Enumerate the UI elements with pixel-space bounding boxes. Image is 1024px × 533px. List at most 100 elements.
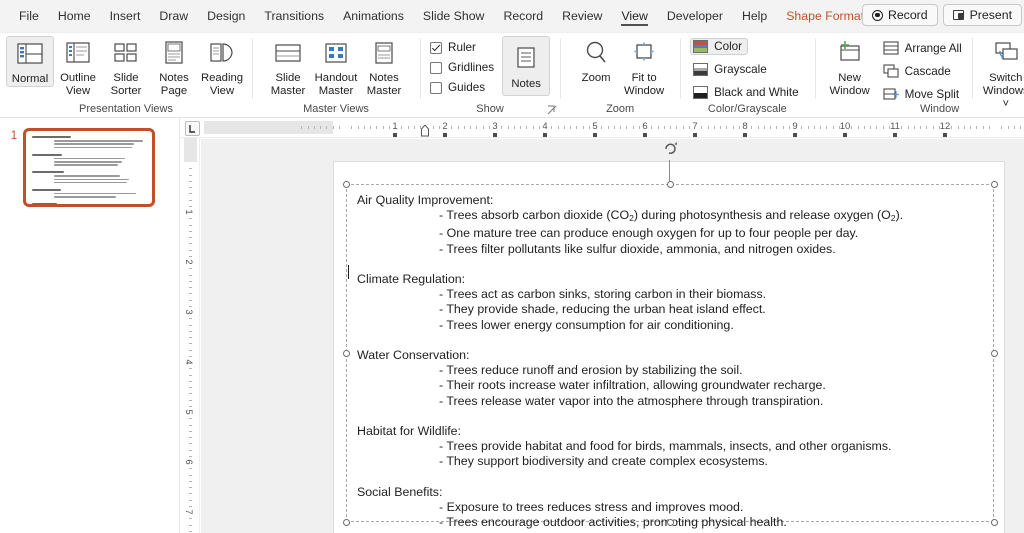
slide-surface[interactable]: Air Quality Improvement: - Trees absorb …: [333, 142, 1005, 533]
tab-stop-selector[interactable]: [185, 121, 200, 136]
ruler-number: 4: [542, 121, 548, 132]
record-button[interactable]: Record: [861, 4, 938, 26]
notes-button[interactable]: Notes: [502, 36, 551, 96]
ruler-tick: [613, 126, 615, 129]
ruler-tick: [401, 126, 403, 129]
handout-master-icon: [325, 43, 347, 63]
content-placeholder[interactable]: Air Quality Improvement: - Trees absorb …: [343, 181, 998, 529]
rotation-handle[interactable]: [662, 140, 678, 156]
ruler-number: 2: [442, 121, 448, 132]
placeholder-text[interactable]: Air Quality Improvement: - Trees absorb …: [347, 185, 993, 530]
slide-bullet: - Trees act as carbon sinks, storing car…: [439, 287, 767, 302]
present-button[interactable]: Present: [942, 4, 1022, 26]
normal-view-button[interactable]: Normal: [6, 36, 54, 87]
ruler-tick: [832, 126, 834, 129]
ruler-tick: [551, 126, 553, 129]
tab-home[interactable]: Home: [49, 5, 100, 27]
black-and-white-option[interactable]: Black and White: [690, 84, 804, 101]
slide-bullet: - Exposure to trees reduces stress and i…: [439, 499, 744, 514]
ruler-checkbox[interactable]: Ruler: [430, 41, 494, 54]
ruler-tick: [588, 126, 590, 129]
ruler-tick: [476, 126, 478, 129]
ruler-tick: [820, 126, 821, 129]
tab-transitions[interactable]: Transitions: [255, 5, 333, 27]
ruler-tab-stop[interactable]: [393, 133, 397, 137]
reading-view-button[interactable]: Reading View: [198, 36, 246, 98]
resize-handle-middle-right[interactable]: [991, 350, 998, 357]
slide-master-button[interactable]: Slide Master: [264, 36, 312, 98]
move-split-button[interactable]: Move Split: [879, 85, 966, 103]
ruler-tab-stop[interactable]: [593, 133, 597, 137]
ruler-tick: [1020, 126, 1021, 129]
show-dialog-launcher-icon[interactable]: [547, 105, 557, 115]
new-window-button[interactable]: New Window: [825, 36, 875, 98]
outline-view-button[interactable]: Outline View: [54, 36, 102, 98]
ruler-tab-stop[interactable]: [643, 133, 647, 137]
ruler-tick: [788, 126, 790, 129]
ruler-tab-stop[interactable]: [793, 133, 797, 137]
tab-shape-format[interactable]: Shape Format: [777, 5, 873, 27]
fit-to-window-button[interactable]: Fit to Window: [620, 36, 668, 98]
resize-handle-top-left[interactable]: [343, 181, 350, 188]
ruler-tab-stop[interactable]: [843, 133, 847, 137]
ruler-tab-stop[interactable]: [943, 133, 947, 137]
ruler-tick: [701, 126, 703, 129]
tab-design[interactable]: Design: [198, 5, 254, 27]
arrange-all-button[interactable]: Arrange All: [879, 39, 966, 57]
ruler-tick: [189, 199, 192, 201]
tab-slide-show[interactable]: Slide Show: [414, 5, 494, 27]
slide-sorter-button[interactable]: Slide Sorter: [102, 36, 150, 98]
resize-handle-bottom-left[interactable]: [343, 519, 350, 526]
ruler-tab-stop[interactable]: [443, 133, 447, 137]
fit-to-window-icon: [634, 42, 655, 61]
slide-bullet: - Trees reduce runoff and erosion by sta…: [439, 363, 743, 378]
cascade-label: Cascade: [904, 64, 951, 78]
ruler-tick: [638, 126, 640, 129]
guides-checkbox[interactable]: Guides: [430, 81, 494, 94]
ruler-tick: [363, 126, 365, 129]
ruler-tick: [189, 493, 192, 495]
hanging-indent-marker[interactable]: [421, 124, 430, 137]
tab-view[interactable]: View: [612, 5, 656, 27]
gridlines-checkbox[interactable]: Gridlines: [430, 61, 494, 74]
switch-windows-button[interactable]: SwitchWindows ˅: [979, 36, 1024, 111]
resize-handle-top-center[interactable]: [667, 181, 674, 188]
checkbox-icon: [430, 81, 442, 94]
tab-insert[interactable]: Insert: [101, 5, 150, 27]
handout-master-button[interactable]: Handout Master: [312, 36, 360, 98]
notes-page-button[interactable]: Notes Page: [150, 36, 198, 98]
zoom-button[interactable]: Zoom: [572, 36, 620, 85]
tab-record[interactable]: Record: [494, 5, 552, 27]
ruler-tick: [920, 126, 921, 129]
tab-file[interactable]: File: [10, 5, 48, 27]
resize-handle-bottom-center[interactable]: [667, 519, 674, 526]
ruler-tab-stop[interactable]: [493, 133, 497, 137]
resize-handle-middle-left[interactable]: [343, 350, 350, 357]
resize-handle-top-right[interactable]: [991, 181, 998, 188]
slide-heading-social-benefits: Social Benefits:: [357, 484, 443, 499]
cascade-button[interactable]: Cascade: [879, 62, 966, 80]
ruler-tab-stop[interactable]: [743, 133, 747, 137]
vertical-ruler[interactable]: 1 2 3 4 5 6 7: [180, 138, 200, 533]
tab-help[interactable]: Help: [733, 5, 776, 27]
notes-master-button[interactable]: Notes Master: [360, 36, 408, 98]
tab-animations[interactable]: Animations: [334, 5, 413, 27]
slide-thumbnail-1[interactable]: [23, 128, 155, 207]
ruler-tab-stop[interactable]: [693, 133, 697, 137]
ruler-tab-stop[interactable]: [543, 133, 547, 137]
horizontal-ruler[interactable]: 1 2 3 4 5 6 7 8 9 10 11 12: [180, 118, 1024, 138]
color-option[interactable]: Color: [690, 38, 749, 55]
group-label-master-views: Master Views: [303, 103, 369, 115]
tab-draw[interactable]: Draw: [150, 5, 197, 27]
ruler-tick: [189, 280, 192, 282]
tab-review[interactable]: Review: [553, 5, 611, 27]
resize-handle-bottom-right[interactable]: [991, 519, 998, 526]
grayscale-option[interactable]: Grayscale: [690, 61, 773, 78]
slide-canvas-area[interactable]: Air Quality Improvement: - Trees absorb …: [201, 139, 1024, 533]
ruler-tab-stop[interactable]: [893, 133, 897, 137]
ruler-tick: [382, 126, 384, 129]
ruler-tick: [576, 126, 578, 129]
tab-developer[interactable]: Developer: [658, 5, 732, 27]
notes-page-icon: [165, 41, 183, 64]
thumb-line: [54, 164, 118, 166]
